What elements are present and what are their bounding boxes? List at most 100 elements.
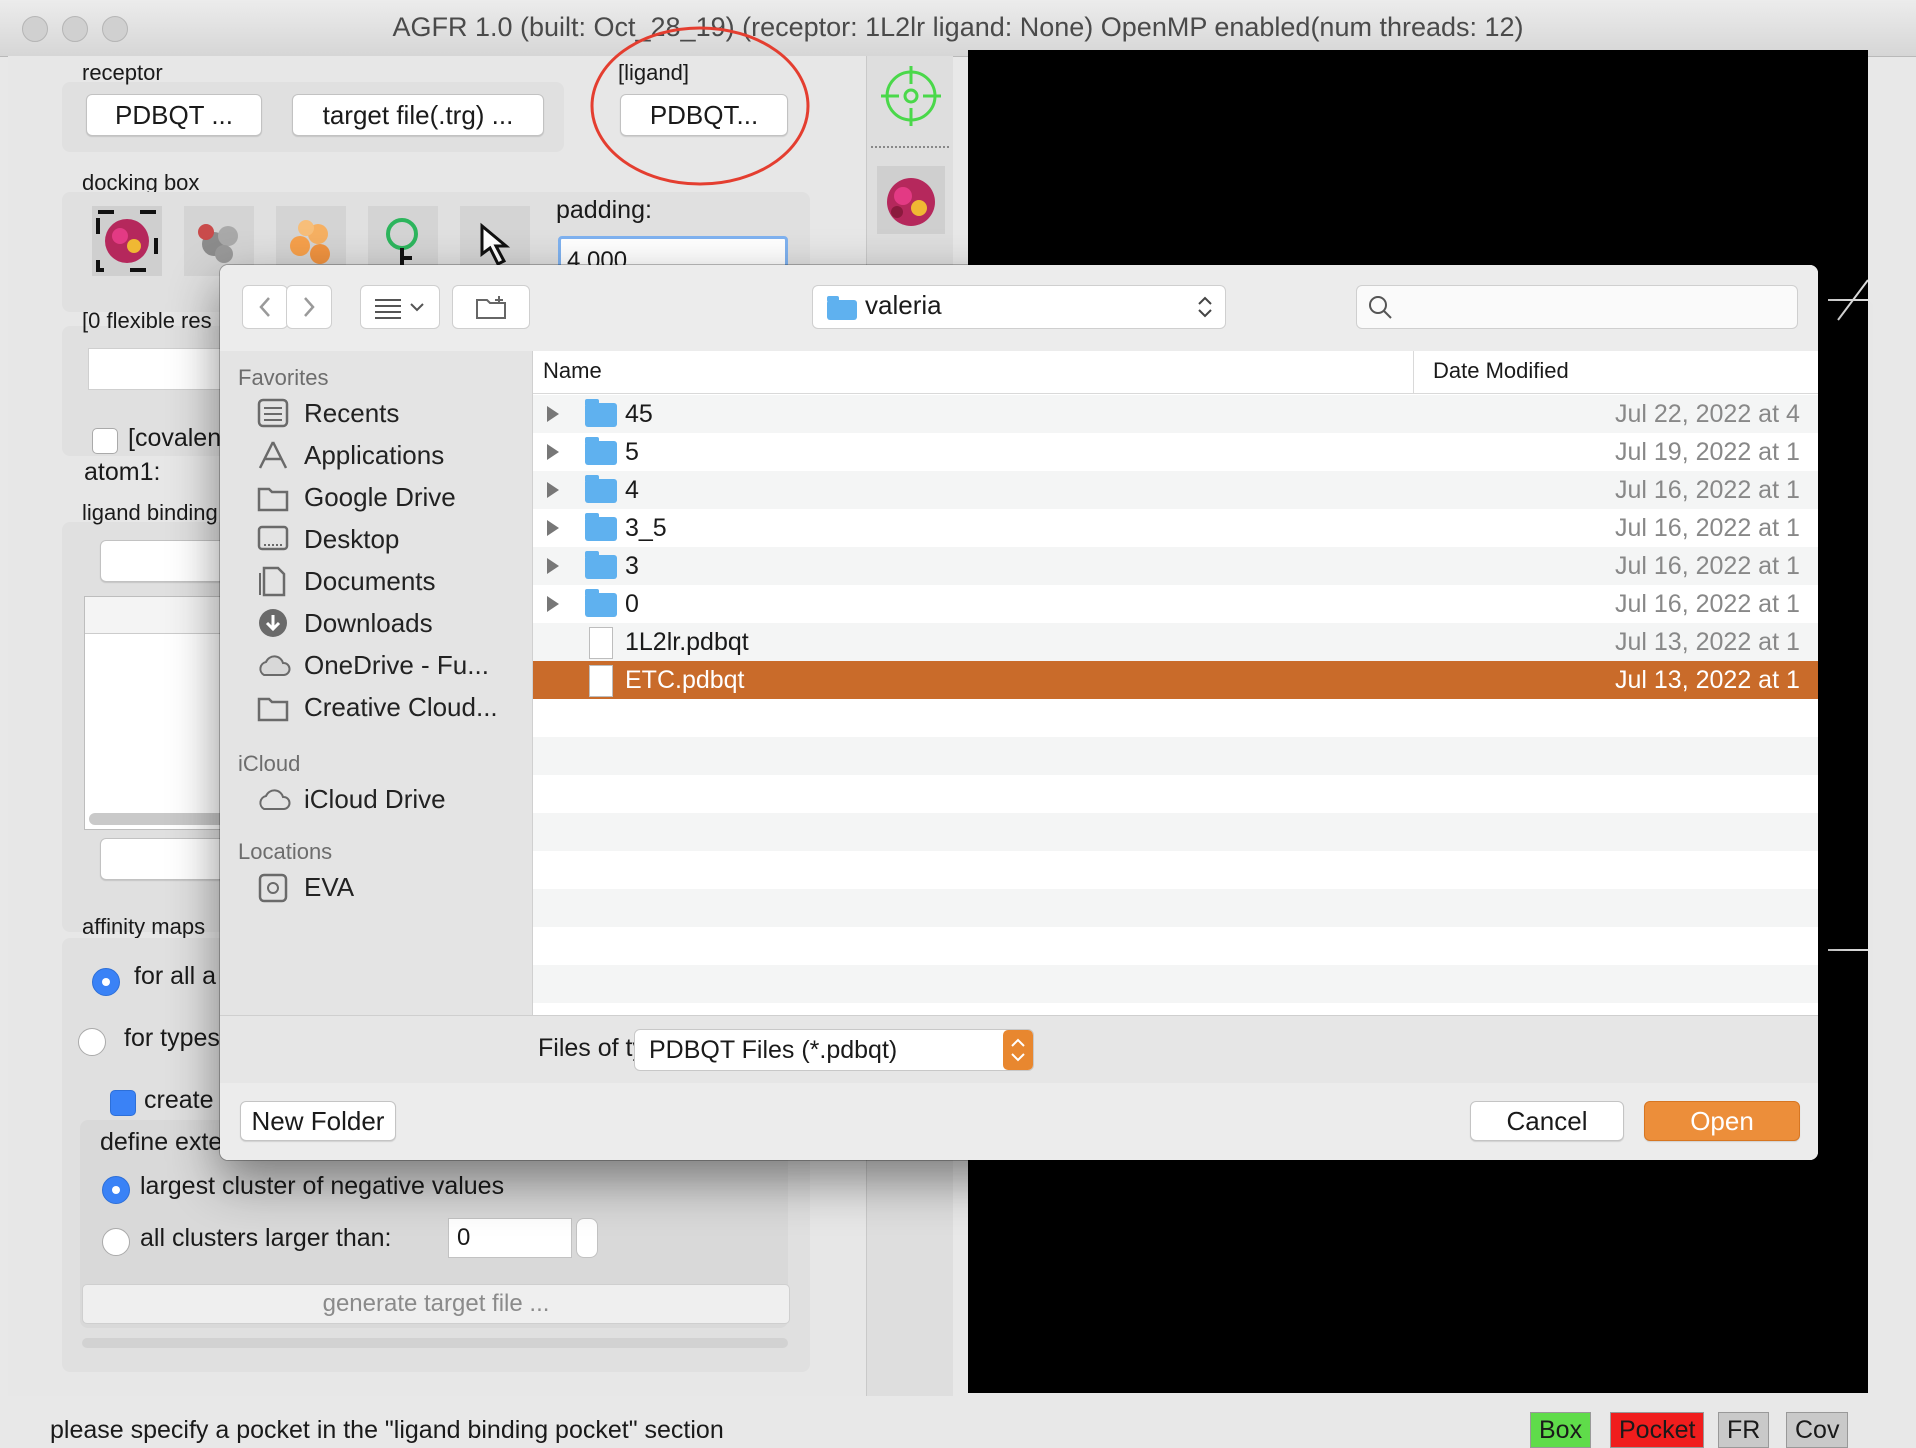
disclosure-triangle-icon[interactable] <box>547 596 559 612</box>
open-button[interactable]: Open <box>1644 1101 1800 1141</box>
applications-icon <box>258 441 288 469</box>
sidebar-item-label: Documents <box>304 566 436 596</box>
file-row-3_5[interactable]: 3_5 Jul 16, 2022 at 1 <box>533 509 1818 547</box>
affinity-maps-label: affinity maps <box>82 914 206 939</box>
file-row-4[interactable]: 4 Jul 16, 2022 at 1 <box>533 471 1818 509</box>
list-view-icon <box>375 299 424 319</box>
sidebar-item-label: Desktop <box>304 524 400 554</box>
file-name: 1L2lr.pdbqt <box>625 628 749 656</box>
cov-tag[interactable]: Cov <box>1786 1412 1849 1448</box>
fr-tag[interactable]: FR <box>1718 1412 1770 1448</box>
annotation-circle <box>590 26 810 186</box>
folder-icon <box>585 589 617 617</box>
documents-icon <box>259 566 286 597</box>
back-button[interactable] <box>242 285 288 329</box>
file-row-3[interactable]: 3 Jul 16, 2022 at 1 <box>533 547 1818 585</box>
target-file-button[interactable]: target file(.trg) ... <box>292 94 544 136</box>
file-date: Jul 13, 2022 at 1 <box>1615 628 1800 656</box>
sidebar-item-label: Downloads <box>304 608 433 638</box>
search-input[interactable] <box>1401 290 1785 324</box>
atom1-label: atom1: <box>84 458 161 486</box>
receptor-view-icon[interactable] <box>877 166 945 234</box>
file-row-etc[interactable]: ETC.pdbqt Jul 13, 2022 at 1 <box>533 661 1818 699</box>
favorites-header: Favorites <box>238 365 329 390</box>
file-row-1l2lr[interactable]: 1L2lr.pdbqt Jul 13, 2022 at 1 <box>533 623 1818 661</box>
chevron-left-icon <box>259 297 270 317</box>
pocket-tag[interactable]: Pocket <box>1610 1412 1705 1448</box>
crosshair-icon[interactable] <box>879 64 943 128</box>
file-row-0[interactable]: 0 Jul 16, 2022 at 1 <box>533 585 1818 623</box>
dialog-toolbar: valeria <box>220 265 1818 352</box>
generate-target-button[interactable]: generate target file ... <box>82 1284 790 1324</box>
column-divider[interactable] <box>1413 351 1414 393</box>
file-date: Jul 13, 2022 at 1 <box>1615 666 1800 694</box>
disclosure-triangle-icon[interactable] <box>547 558 559 574</box>
file-date: Jul 16, 2022 at 1 <box>1615 476 1800 504</box>
date-column-header[interactable]: Date Modified <box>1433 358 1569 384</box>
box-around-receptor-button[interactable] <box>92 206 162 276</box>
icloud-header: iCloud <box>238 751 301 776</box>
view-options-button[interactable] <box>360 285 440 329</box>
location-dropdown[interactable]: valeria <box>812 285 1226 329</box>
file-date: Jul 22, 2022 at 4 <box>1615 400 1800 428</box>
desktop-icon <box>257 525 289 551</box>
file-date: Jul 16, 2022 at 1 <box>1615 590 1800 618</box>
disk-icon <box>258 873 288 903</box>
folder-icon <box>827 296 857 320</box>
sidebar-item-label: EVA <box>304 872 355 902</box>
file-row-5[interactable]: 5 Jul 19, 2022 at 1 <box>533 433 1818 471</box>
create-checkbox[interactable] <box>110 1090 136 1116</box>
file-date: Jul 16, 2022 at 1 <box>1615 514 1800 542</box>
sidebar-item-label: Google Drive <box>304 482 456 512</box>
empty-row <box>533 737 1818 775</box>
file-name: ETC.pdbqt <box>625 666 745 694</box>
for-all-atoms-radio[interactable] <box>92 968 120 996</box>
document-icon <box>589 627 613 659</box>
padding-label: padding: <box>556 196 652 224</box>
folder-icon <box>257 697 289 722</box>
strip-divider <box>871 146 949 148</box>
disclosure-triangle-icon[interactable] <box>547 482 559 498</box>
covalent-checkbox[interactable] <box>92 428 118 454</box>
downloads-icon <box>259 609 287 637</box>
forward-button[interactable] <box>286 285 332 329</box>
folder-icon <box>585 437 617 465</box>
updown-chevron-icon <box>1198 296 1212 318</box>
search-icon <box>1369 296 1392 319</box>
empty-row <box>533 813 1818 851</box>
for-types-radio[interactable] <box>78 1028 106 1056</box>
progress-bar <box>82 1338 788 1348</box>
disclosure-triangle-icon[interactable] <box>547 520 559 536</box>
file-list[interactable]: Name Date Modified 45 Jul 22, 2022 at 4 … <box>533 351 1818 1015</box>
pocket-label: ligand binding <box>82 500 218 525</box>
disclosure-triangle-icon[interactable] <box>547 406 559 422</box>
new-folder-toolbar-button[interactable] <box>452 285 530 329</box>
name-column-header[interactable]: Name <box>543 358 602 384</box>
largest-cluster-label: largest cluster of negative values <box>140 1172 505 1200</box>
file-row-45[interactable]: 45 Jul 22, 2022 at 4 <box>533 395 1818 433</box>
folder-icon <box>585 551 617 579</box>
largest-cluster-radio[interactable] <box>102 1176 130 1204</box>
new-folder-button[interactable]: New Folder <box>240 1101 396 1141</box>
cluster-size-input[interactable]: 0 <box>448 1218 572 1258</box>
flexible-label: [0 flexible res <box>82 308 212 333</box>
sidebar-item-label: Applications <box>304 440 445 470</box>
sidebar-item-label: iCloud Drive <box>304 784 446 814</box>
location-label: valeria <box>865 290 942 320</box>
locations-header: Locations <box>238 839 333 864</box>
box-tag[interactable]: Box <box>1530 1412 1592 1448</box>
receptor-pdbqt-button[interactable]: PDBQT ... <box>86 94 262 136</box>
chevron-right-icon <box>304 297 315 317</box>
covalent-label: [covalen <box>128 424 222 452</box>
cancel-button[interactable]: Cancel <box>1470 1101 1624 1141</box>
cluster-size-stepper[interactable] <box>576 1218 598 1258</box>
dialog-button-bar: New Folder Cancel Open <box>220 1083 1818 1160</box>
file-date: Jul 16, 2022 at 1 <box>1615 552 1800 580</box>
file-type-dropdown[interactable]: PDBQT Files (*.pdbqt) <box>634 1029 1034 1071</box>
disclosure-triangle-icon[interactable] <box>547 444 559 460</box>
file-date: Jul 19, 2022 at 1 <box>1615 438 1800 466</box>
search-field[interactable] <box>1356 285 1798 329</box>
all-clusters-radio[interactable] <box>102 1228 130 1256</box>
status-message: please specify a pocket in the "ligand b… <box>50 1416 724 1444</box>
window-title: AGFR 1.0 (built: Oct_28_19) (receptor: 1… <box>392 12 1524 42</box>
